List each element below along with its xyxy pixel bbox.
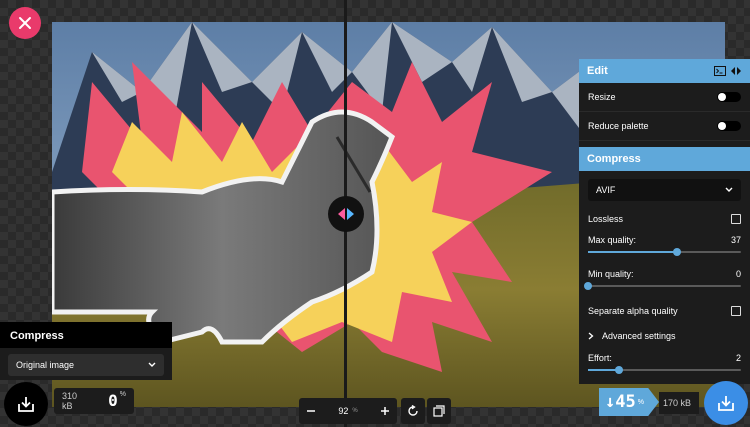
left-percent-unit: % xyxy=(119,391,126,398)
advanced-settings-label: Advanced settings xyxy=(602,331,676,341)
min-quality-thumb[interactable] xyxy=(584,282,592,290)
effort-label: Effort: xyxy=(588,353,612,363)
left-panel-title: Compress xyxy=(0,322,172,348)
separate-alpha-label: Separate alpha quality xyxy=(588,306,678,316)
minus-icon xyxy=(307,410,315,412)
plus-icon xyxy=(381,407,389,415)
effort-value: 2 xyxy=(735,353,741,363)
left-file-size: 310 kB xyxy=(62,391,78,411)
effort-slider[interactable] xyxy=(588,366,741,374)
max-quality-thumb[interactable] xyxy=(672,248,681,256)
left-method-value: Original image xyxy=(16,360,75,370)
zoom-in-button[interactable] xyxy=(373,398,397,424)
compress-header: Compress xyxy=(579,147,750,171)
effort-slider-row: Effort: 2 xyxy=(579,347,750,377)
advanced-settings-toggle[interactable]: Advanced settings xyxy=(579,325,750,347)
zoom-out-button[interactable] xyxy=(299,398,323,424)
min-quality-slider[interactable] xyxy=(584,282,741,290)
close-icon xyxy=(19,17,31,29)
min-quality-value: 0 xyxy=(735,269,741,279)
max-quality-slider-row: Max quality: 37 xyxy=(579,231,750,259)
zoom-input[interactable]: 92% xyxy=(323,398,373,424)
edit-header: Edit xyxy=(579,59,750,83)
resize-label: Resize xyxy=(588,92,616,102)
savings-unit: % xyxy=(637,398,644,406)
min-quality-slider-row: Min quality: 0 xyxy=(579,259,750,293)
separate-alpha-row[interactable]: Separate alpha quality xyxy=(579,297,750,325)
separate-alpha-checkbox[interactable] xyxy=(731,306,741,316)
resize-toggle[interactable] xyxy=(717,92,741,102)
lossless-row[interactable]: Lossless xyxy=(579,207,750,231)
right-size-info: 170 kB xyxy=(659,392,699,414)
right-file-size: 170 kB xyxy=(663,398,692,408)
download-icon xyxy=(718,396,734,411)
left-download-button[interactable] xyxy=(4,382,48,426)
max-quality-label: Max quality: xyxy=(588,235,637,245)
left-size-info: 310 kB 0% xyxy=(54,388,134,414)
lossless-checkbox[interactable] xyxy=(731,214,741,224)
format-value: AVIF xyxy=(596,185,616,195)
rotate-icon xyxy=(408,405,418,416)
compress-title: Compress xyxy=(587,153,641,165)
reduce-palette-label: Reduce palette xyxy=(588,121,649,131)
right-options-panel: Edit Resize Reduce palette Compress AVIF… xyxy=(579,59,750,384)
rotate-button[interactable] xyxy=(401,398,425,424)
max-quality-value: 37 xyxy=(730,235,741,245)
toggle-background-button[interactable] xyxy=(427,398,451,424)
left-method-select[interactable]: Original image xyxy=(8,354,164,376)
left-compress-panel: Compress Original image xyxy=(0,322,172,380)
savings-percent: ↓45 xyxy=(605,392,636,412)
arrow-left-icon xyxy=(338,208,345,220)
lossless-label: Lossless xyxy=(588,214,624,224)
chevron-down-icon xyxy=(725,187,733,192)
min-quality-label: Min quality: xyxy=(588,269,634,279)
zoom-unit: % xyxy=(352,408,358,414)
effort-thumb[interactable] xyxy=(614,366,623,374)
compare-divider-handle[interactable] xyxy=(328,196,364,232)
max-quality-fill xyxy=(588,251,677,253)
format-select[interactable]: AVIF xyxy=(588,179,741,201)
edit-title: Edit xyxy=(587,65,608,77)
swap-arrows-icon[interactable] xyxy=(730,66,742,76)
max-quality-slider[interactable] xyxy=(588,248,741,256)
chevron-down-icon xyxy=(148,362,156,367)
reduce-palette-row[interactable]: Reduce palette xyxy=(579,112,750,141)
reduce-palette-toggle[interactable] xyxy=(717,121,741,131)
close-button[interactable] xyxy=(9,7,41,39)
left-percent: 0 xyxy=(108,391,118,410)
layers-icon xyxy=(433,405,445,417)
resize-row[interactable]: Resize xyxy=(579,83,750,112)
zoom-value: 92 xyxy=(338,406,349,416)
terminal-icon[interactable] xyxy=(714,66,726,76)
arrow-right-icon xyxy=(347,208,354,220)
download-icon xyxy=(18,397,34,412)
right-download-button[interactable] xyxy=(704,381,748,425)
savings-badge: ↓45% xyxy=(599,388,659,416)
chevron-right-icon xyxy=(588,332,594,340)
